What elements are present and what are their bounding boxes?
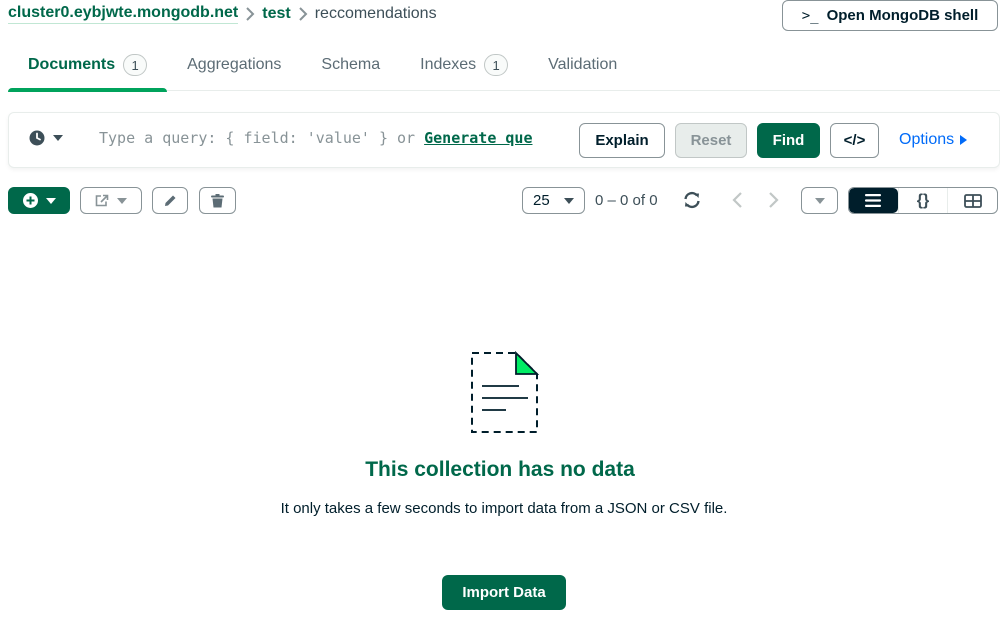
caret-down-icon bbox=[564, 197, 574, 204]
chevron-right-icon bbox=[769, 192, 779, 208]
delete-button[interactable] bbox=[199, 187, 236, 214]
documents-count-badge: 1 bbox=[123, 54, 148, 76]
options-toggle[interactable]: Options bbox=[899, 131, 968, 149]
shell-icon: >_ bbox=[801, 7, 819, 24]
curly-braces-icon: {} bbox=[916, 191, 930, 209]
list-icon bbox=[865, 194, 882, 207]
breadcrumb: cluster0.eybjwte.mongodb.net test reccom… bbox=[8, 4, 437, 24]
refresh-button[interactable] bbox=[682, 190, 702, 215]
page-size-select[interactable]: 25 bbox=[522, 187, 585, 214]
generate-query-link[interactable]: Generate que bbox=[424, 129, 532, 147]
chevron-right-icon bbox=[245, 7, 255, 21]
export-icon bbox=[95, 194, 109, 207]
breadcrumb-cluster[interactable]: cluster0.eybjwte.mongodb.net bbox=[8, 4, 239, 24]
page-size-value: 25 bbox=[533, 192, 550, 209]
tab-schema[interactable]: Schema bbox=[301, 40, 400, 90]
tab-indexes[interactable]: Indexes 1 bbox=[400, 40, 528, 90]
list-view-button[interactable] bbox=[849, 188, 898, 213]
collection-tabs: Documents 1 Aggregations Schema Indexes … bbox=[8, 40, 1000, 92]
tab-documents[interactable]: Documents 1 bbox=[8, 40, 168, 92]
tab-documents-label: Documents bbox=[28, 56, 116, 73]
query-bar: Type a query: { field: 'value' } or Gene… bbox=[8, 112, 1000, 168]
import-data-button[interactable]: Import Data bbox=[442, 575, 566, 610]
query-input[interactable]: Type a query: { field: 'value' } or Gene… bbox=[99, 129, 532, 147]
tab-aggregations[interactable]: Aggregations bbox=[167, 40, 301, 90]
json-view-button[interactable]: {} bbox=[897, 188, 948, 213]
trash-icon bbox=[211, 193, 224, 207]
chevron-left-icon bbox=[732, 192, 742, 208]
explain-button[interactable]: Explain bbox=[579, 123, 665, 158]
caret-down-icon bbox=[53, 135, 63, 141]
query-history-button[interactable] bbox=[29, 130, 63, 146]
tab-validation[interactable]: Validation bbox=[528, 40, 637, 90]
clock-icon bbox=[29, 130, 45, 146]
view-options-dropdown[interactable] bbox=[801, 187, 838, 214]
find-button[interactable]: Find bbox=[757, 123, 820, 158]
plus-circle-icon bbox=[22, 193, 38, 208]
tab-schema-label: Schema bbox=[321, 56, 381, 73]
tab-validation-label: Validation bbox=[548, 56, 618, 73]
caret-down-icon bbox=[814, 197, 825, 204]
query-placeholder: Type a query: { field: 'value' } or bbox=[99, 129, 425, 147]
pagination-range: 0 – 0 of 0 bbox=[595, 192, 658, 209]
indexes-count-badge: 1 bbox=[484, 54, 509, 76]
documents-toolbar: 25 0 – 0 of 0 {} bbox=[0, 186, 1000, 216]
tab-aggregations-label: Aggregations bbox=[187, 56, 282, 73]
empty-state-title: This collection has no data bbox=[365, 458, 635, 481]
previous-page-button[interactable] bbox=[730, 190, 746, 215]
open-shell-label: Open MongoDB shell bbox=[826, 7, 979, 24]
empty-document-icon bbox=[466, 348, 542, 443]
edit-button[interactable] bbox=[152, 187, 188, 214]
chevron-right-icon bbox=[298, 7, 308, 21]
reset-button[interactable]: Reset bbox=[675, 123, 747, 158]
pencil-icon bbox=[165, 195, 176, 206]
refresh-icon bbox=[684, 191, 700, 209]
view-switcher: {} bbox=[848, 187, 998, 214]
breadcrumb-database[interactable]: test bbox=[262, 5, 290, 23]
caret-down-icon bbox=[117, 197, 127, 204]
add-data-button[interactable] bbox=[8, 187, 70, 214]
tab-indexes-label: Indexes bbox=[420, 56, 477, 73]
breadcrumb-collection: reccomendations bbox=[314, 5, 437, 22]
table-icon bbox=[963, 193, 982, 208]
code-icon[interactable]: </> bbox=[830, 123, 879, 158]
open-shell-button[interactable]: >_ Open MongoDB shell bbox=[782, 0, 998, 31]
caret-right-icon bbox=[960, 135, 968, 145]
export-button[interactable] bbox=[80, 187, 142, 214]
caret-down-icon bbox=[45, 197, 56, 204]
next-page-button[interactable] bbox=[765, 190, 781, 215]
table-view-button[interactable] bbox=[947, 188, 997, 213]
options-label: Options bbox=[899, 131, 955, 148]
empty-state-description: It only takes a few seconds to import da… bbox=[280, 500, 728, 517]
